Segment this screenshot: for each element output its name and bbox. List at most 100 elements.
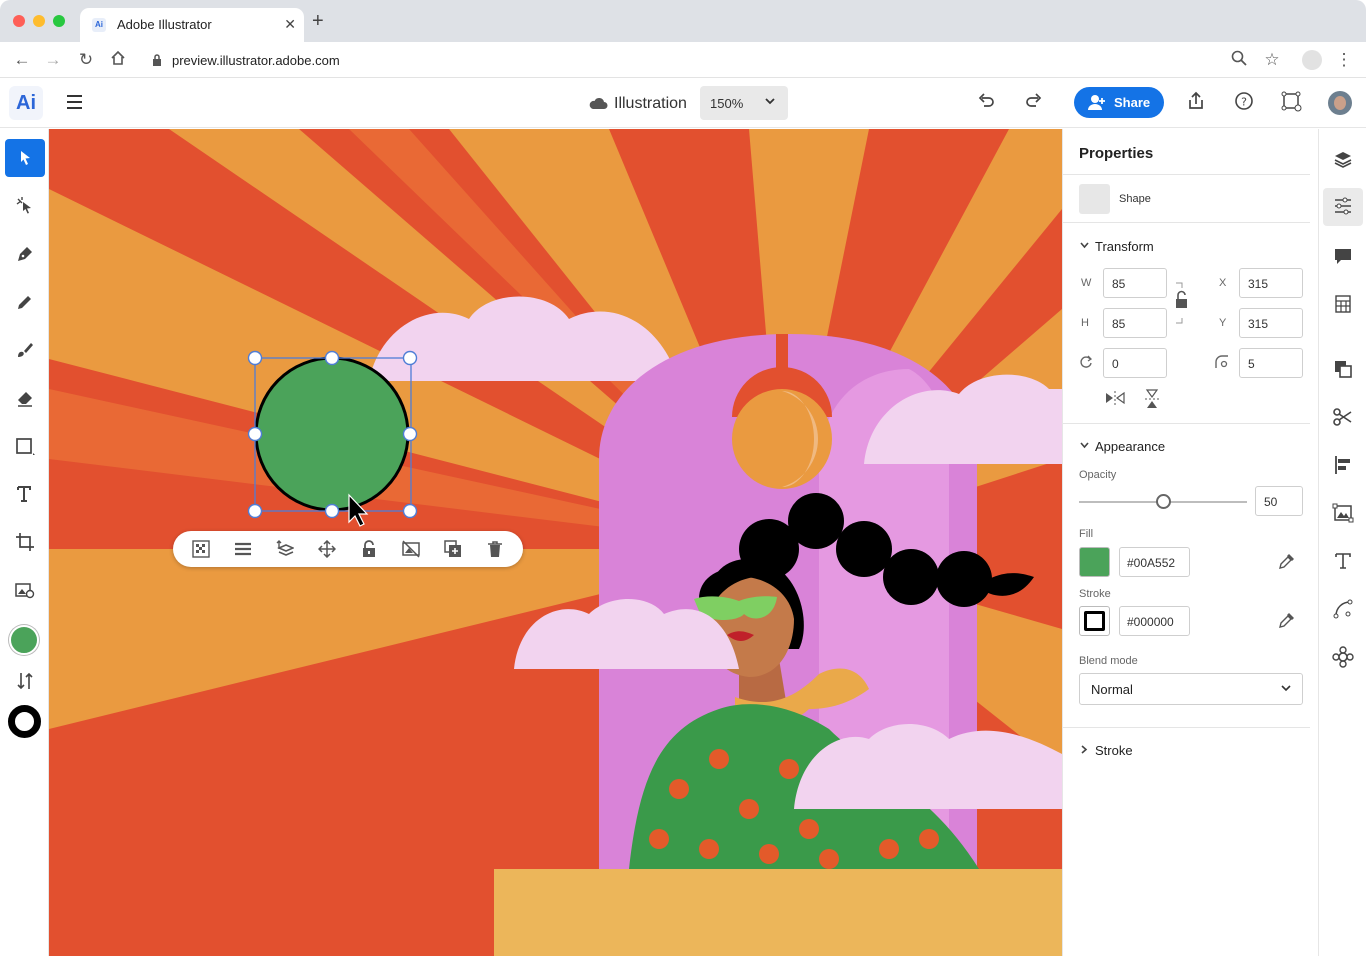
minimize-window-button[interactable] — [33, 15, 45, 27]
type-panel-icon[interactable] — [1331, 549, 1355, 573]
height-field[interactable]: 85 — [1103, 308, 1167, 338]
divider — [1063, 423, 1310, 424]
width-label: W — [1081, 277, 1092, 289]
y-value: 315 — [1248, 317, 1269, 331]
browser-menu-icon[interactable]: ⋮ — [1334, 50, 1354, 70]
new-tab-icon[interactable]: + — [312, 11, 324, 31]
opacity-label: Opacity — [1079, 469, 1117, 481]
eyedropper-icon[interactable] — [1277, 611, 1297, 631]
flip-horizontal-icon[interactable] — [1104, 389, 1126, 407]
export-icon[interactable] — [1184, 91, 1208, 115]
forward-icon[interactable]: → — [43, 50, 63, 70]
properties-icon[interactable] — [1323, 188, 1363, 226]
libraries-icon[interactable] — [1331, 292, 1355, 316]
app-logo[interactable]: Ai — [9, 86, 43, 120]
maximize-window-button[interactable] — [53, 15, 65, 27]
stroke-section-toggle[interactable]: Stroke — [1079, 743, 1133, 758]
crop-tool[interactable] — [5, 523, 45, 561]
x-field[interactable]: 315 — [1239, 268, 1303, 298]
image-trace-icon[interactable] — [1331, 501, 1355, 525]
scissors-icon[interactable] — [1331, 405, 1355, 429]
app-switcher-icon[interactable] — [1280, 91, 1304, 115]
transparency-icon[interactable] — [192, 540, 210, 558]
paintbrush-tool[interactable] — [5, 331, 45, 369]
delete-icon[interactable] — [486, 540, 504, 558]
place-image-tool[interactable] — [5, 571, 45, 609]
stroke-label: Stroke — [1079, 588, 1111, 600]
close-tab-icon[interactable]: ✕ — [284, 16, 296, 33]
mask-icon[interactable] — [402, 540, 420, 558]
stroke-color-swatch[interactable] — [8, 705, 41, 738]
selection-type-label: Shape — [1119, 193, 1151, 205]
fill-color-swatch[interactable] — [9, 625, 39, 655]
type-tool[interactable] — [5, 475, 45, 513]
transform-section-toggle[interactable]: Transform — [1079, 239, 1154, 254]
rectangle-tool[interactable] — [5, 427, 45, 465]
selection-tool[interactable] — [5, 139, 45, 177]
eyedropper-icon[interactable] — [1277, 552, 1297, 572]
rotation-field[interactable]: 0 — [1103, 348, 1167, 378]
pen-tool[interactable] — [5, 235, 45, 273]
artboard-canvas[interactable] — [49, 129, 1062, 956]
swap-colors-icon[interactable] — [16, 671, 34, 691]
blend-mode-select[interactable]: Normal — [1079, 673, 1303, 705]
contextual-taskbar — [173, 531, 523, 567]
share-button[interactable]: Share — [1074, 87, 1164, 118]
reload-icon[interactable]: ↻ — [76, 50, 96, 70]
curvature-icon[interactable] — [1331, 597, 1355, 621]
lock-icon[interactable] — [360, 540, 378, 558]
profile-avatar[interactable] — [1302, 50, 1322, 70]
blend-mode-label: Blend mode — [1079, 655, 1138, 667]
width-field[interactable]: 85 — [1103, 268, 1167, 298]
comments-icon[interactable] — [1331, 244, 1355, 268]
divider — [1063, 174, 1310, 175]
corner-radius-field[interactable]: 5 — [1239, 348, 1303, 378]
arrange-icon[interactable] — [276, 540, 295, 558]
help-icon[interactable]: ? — [1232, 91, 1256, 115]
user-avatar[interactable] — [1328, 91, 1352, 115]
stroke-swatch[interactable] — [1079, 606, 1110, 636]
align-icon[interactable] — [234, 540, 252, 558]
fill-swatch[interactable] — [1079, 547, 1110, 577]
appearance-header: Appearance — [1095, 439, 1166, 454]
arrow-cursor-icon — [21, 151, 30, 165]
document-title[interactable]: Illustration — [614, 95, 687, 113]
browser-tab[interactable]: Ai Adobe Illustrator ✕ — [80, 8, 304, 42]
opacity-slider-thumb[interactable] — [1155, 494, 1171, 509]
panel-rail — [1318, 129, 1366, 956]
hamburger-menu-icon[interactable] — [67, 95, 82, 109]
undo-icon[interactable] — [974, 91, 998, 115]
corner-radius-icon — [1215, 355, 1229, 369]
search-icon[interactable] — [1229, 50, 1249, 70]
stroke-hex-field[interactable]: #000000 — [1119, 606, 1190, 636]
close-window-button[interactable] — [13, 15, 25, 27]
layers-icon[interactable] — [1331, 148, 1355, 172]
fill-hex-field[interactable]: #00A552 — [1119, 547, 1190, 577]
bookmark-star-icon[interactable]: ☆ — [1262, 50, 1282, 70]
y-label: Y — [1219, 317, 1227, 329]
width-value: 85 — [1112, 277, 1126, 291]
y-field[interactable]: 315 — [1239, 308, 1303, 338]
direct-selection-tool[interactable] — [5, 187, 45, 225]
opacity-field[interactable]: 50 — [1255, 486, 1303, 516]
duplicate-icon[interactable] — [444, 540, 462, 558]
url-field[interactable]: preview.illustrator.adobe.com — [140, 46, 1290, 74]
divider — [1063, 222, 1310, 223]
address-bar: ← → ↻ preview.illustrator.adobe.com ☆ ⋮ — [0, 42, 1366, 78]
pathfinder-icon[interactable] — [1331, 357, 1355, 381]
appearance-section-toggle[interactable]: Appearance — [1079, 439, 1165, 454]
move-icon[interactable] — [317, 539, 337, 559]
eraser-tool[interactable] — [5, 379, 45, 417]
home-icon[interactable] — [108, 50, 128, 70]
properties-panel: Properties Shape Transform W 85 H 85 X 3… — [1062, 129, 1318, 956]
rotate-icon — [1079, 355, 1093, 369]
symbols-icon[interactable] — [1331, 645, 1355, 669]
pencil-tool[interactable] — [5, 283, 45, 321]
redo-icon[interactable] — [1022, 91, 1046, 115]
align-panel-icon[interactable] — [1331, 453, 1355, 477]
browser-tab-bar: Ai Adobe Illustrator ✕ + — [0, 0, 1366, 42]
flip-vertical-icon[interactable] — [1143, 388, 1161, 410]
zoom-dropdown[interactable]: 150% — [700, 86, 788, 120]
constrain-proportions-icon[interactable] — [1173, 279, 1191, 327]
back-icon[interactable]: ← — [12, 50, 32, 70]
